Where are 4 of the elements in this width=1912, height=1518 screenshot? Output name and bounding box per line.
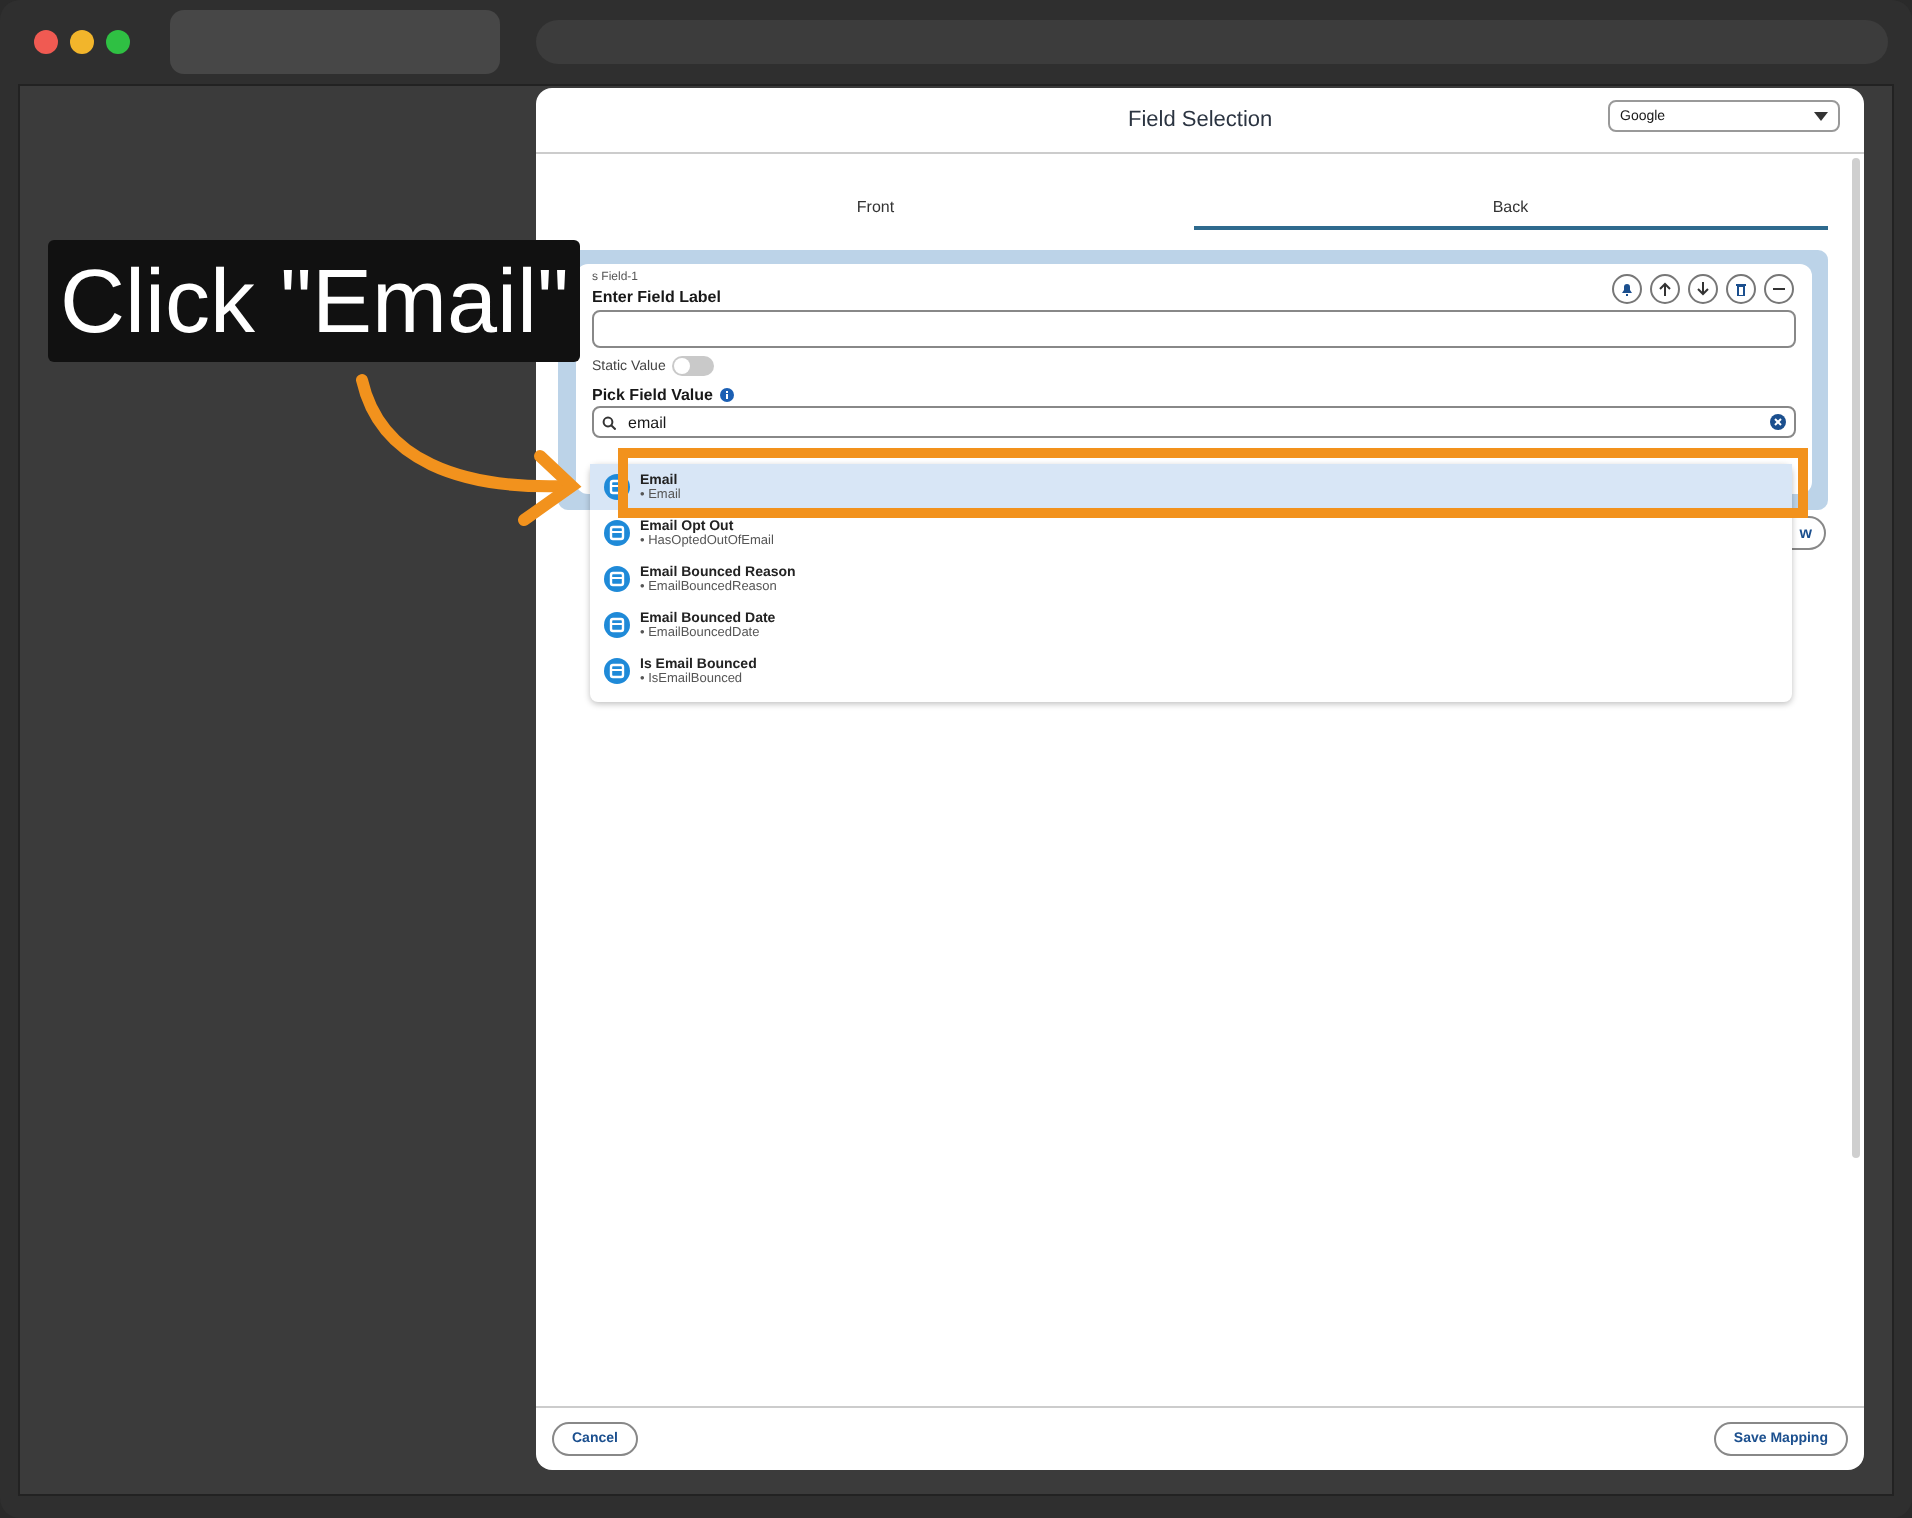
field-label-heading: Enter Field Label xyxy=(592,288,721,306)
instruction-callout: Click "Email" xyxy=(48,240,581,362)
pick-field-heading: Pick Field Value xyxy=(592,386,713,404)
modal-title: Field Selection xyxy=(1128,108,1273,132)
